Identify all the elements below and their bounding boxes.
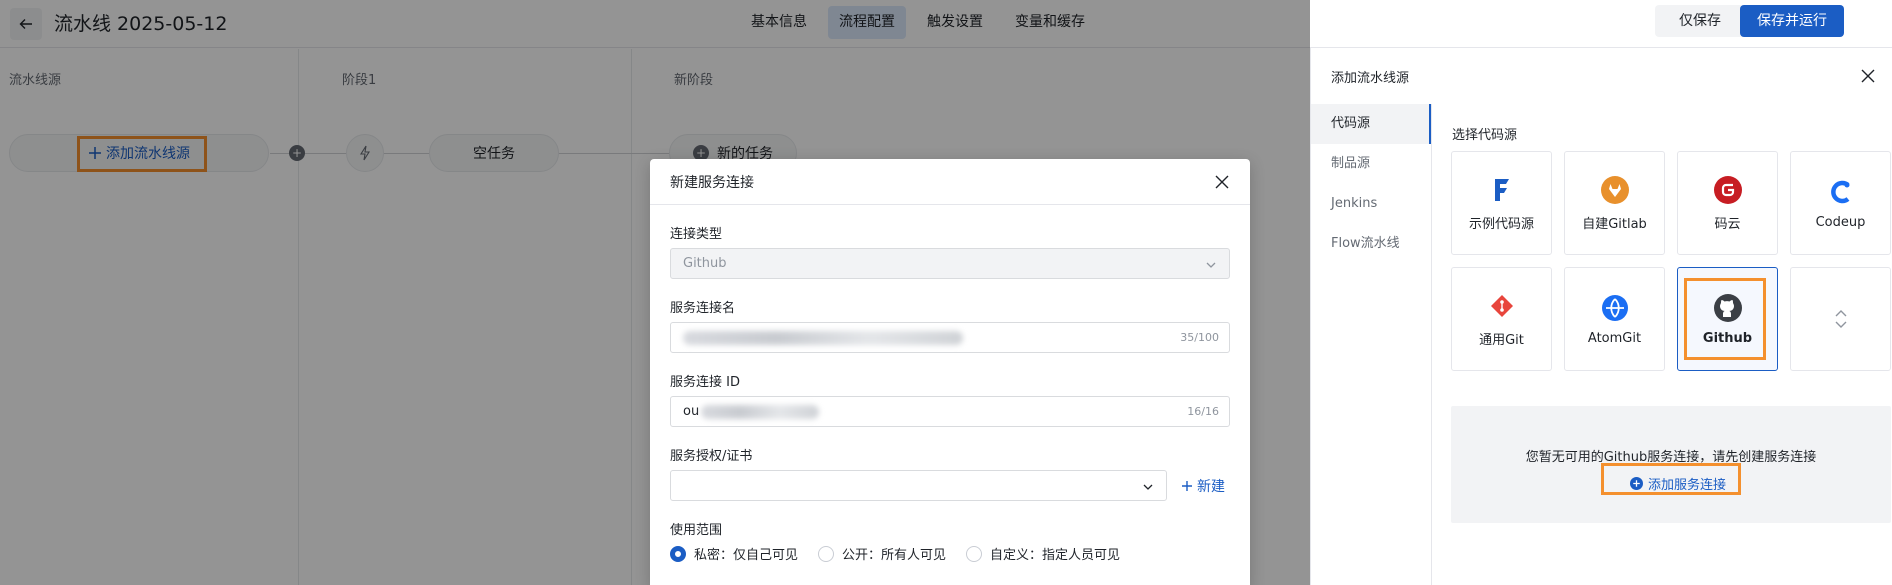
gitlab-icon (1600, 175, 1630, 205)
source-card-gitlab[interactable]: 自建Gitlab (1564, 151, 1665, 255)
save-and-run-button[interactable]: 保存并运行 (1740, 5, 1844, 37)
conn-type-value: Github (683, 256, 727, 271)
highlight-frame (1601, 463, 1741, 495)
source-card-label: AtomGit (1587, 330, 1642, 346)
scope-label: 使用范围 (670, 523, 723, 538)
save-only-button[interactable]: 仅保存 (1655, 5, 1745, 37)
source-card-label: Codeup (1815, 214, 1866, 230)
source-card-expand[interactable] (1790, 267, 1891, 371)
scope-public-radio[interactable]: 公开：所有人可见 (818, 544, 946, 563)
auth-select[interactable] (670, 470, 1167, 501)
chevron-down-icon (1143, 484, 1153, 490)
source-card-label: 码云 (1714, 216, 1741, 232)
dialog-title: 新建服务连接 (670, 174, 754, 191)
drawer-title: 添加流水线源 (1331, 70, 1410, 86)
new-auth-button[interactable]: 新建 (1181, 476, 1225, 496)
highlight-frame (1684, 278, 1766, 360)
conn-id-prefix: ou (683, 404, 700, 419)
atomgit-icon (1600, 293, 1630, 323)
chevron-down-icon (1206, 262, 1216, 268)
radio-unchecked-icon (818, 545, 835, 562)
nav-jenkins[interactable]: Jenkins (1311, 184, 1431, 224)
add-source-drawer: 添加流水线源 代码源 制品源 Jenkins Flow流水线 选择代码源 示例代… (1310, 48, 1892, 585)
conn-name-input[interactable]: 35/100 (670, 322, 1230, 353)
scope-option-label: 私密：仅自己可见 (694, 548, 799, 563)
expand-icon (1826, 304, 1856, 334)
nav-code-source[interactable]: 代码源 (1311, 104, 1431, 144)
code-source-grid: 示例代码源 自建Gitlab 码云 Codeup 通用Git AtomGit G… (1451, 151, 1891, 371)
gitee-icon (1713, 175, 1743, 205)
source-card-codeup[interactable]: Codeup (1790, 151, 1891, 255)
char-counter: 35/100 (1180, 331, 1219, 344)
conn-type-label: 连接类型 (670, 227, 723, 242)
auth-label: 服务授权/证书 (670, 449, 753, 464)
scope-radio-group: 私密：仅自己可见 公开：所有人可见 自定义：指定人员可见 (670, 544, 1230, 563)
nav-artifact-source[interactable]: 制品源 (1311, 144, 1431, 184)
scope-option-label: 自定义：指定人员可见 (990, 548, 1121, 563)
source-card-generic-git[interactable]: 通用Git (1451, 267, 1552, 371)
redacted-value (701, 404, 820, 419)
conn-name-label: 服务连接名 (670, 301, 736, 316)
scope-private-radio[interactable]: 私密：仅自己可见 (670, 544, 798, 563)
close-icon[interactable] (1214, 174, 1230, 190)
new-service-connection-dialog: 新建服务连接 连接类型 Github 服务连接名 35/100 服务连接 ID … (650, 159, 1250, 585)
source-type-nav: 代码源 制品源 Jenkins Flow流水线 (1311, 104, 1432, 585)
new-auth-label: 新建 (1197, 478, 1225, 495)
plus-icon (1182, 480, 1192, 491)
char-counter: 16/16 (1187, 405, 1219, 418)
redacted-value (683, 330, 963, 345)
source-card-gitee[interactable]: 码云 (1677, 151, 1778, 255)
radio-unchecked-icon (966, 545, 983, 562)
radio-checked-icon (670, 545, 686, 562)
conn-type-select[interactable]: Github (670, 248, 1230, 279)
source-card-atomgit[interactable]: AtomGit (1564, 267, 1665, 371)
conn-id-input[interactable]: ou 16/16 (670, 396, 1230, 427)
close-icon[interactable] (1860, 68, 1876, 84)
conn-id-label: 服务连接 ID (670, 375, 740, 390)
source-card-sample[interactable]: 示例代码源 (1451, 151, 1552, 255)
codeup-icon (1826, 177, 1856, 207)
git-icon (1487, 291, 1517, 321)
source-card-label: 通用Git (1479, 332, 1524, 348)
scope-option-label: 公开：所有人可见 (842, 548, 947, 563)
pick-source-label: 选择代码源 (1452, 128, 1518, 143)
dialog-header: 新建服务连接 (650, 159, 1250, 205)
nav-flow-pipeline[interactable]: Flow流水线 (1311, 224, 1431, 264)
source-card-label: 示例代码源 (1468, 216, 1534, 232)
source-card-label: 自建Gitlab (1582, 216, 1647, 232)
flow-f-icon (1487, 175, 1517, 205)
scope-custom-radio[interactable]: 自定义：指定人员可见 (966, 544, 1120, 563)
drawer-header: 添加流水线源 (1311, 48, 1892, 104)
